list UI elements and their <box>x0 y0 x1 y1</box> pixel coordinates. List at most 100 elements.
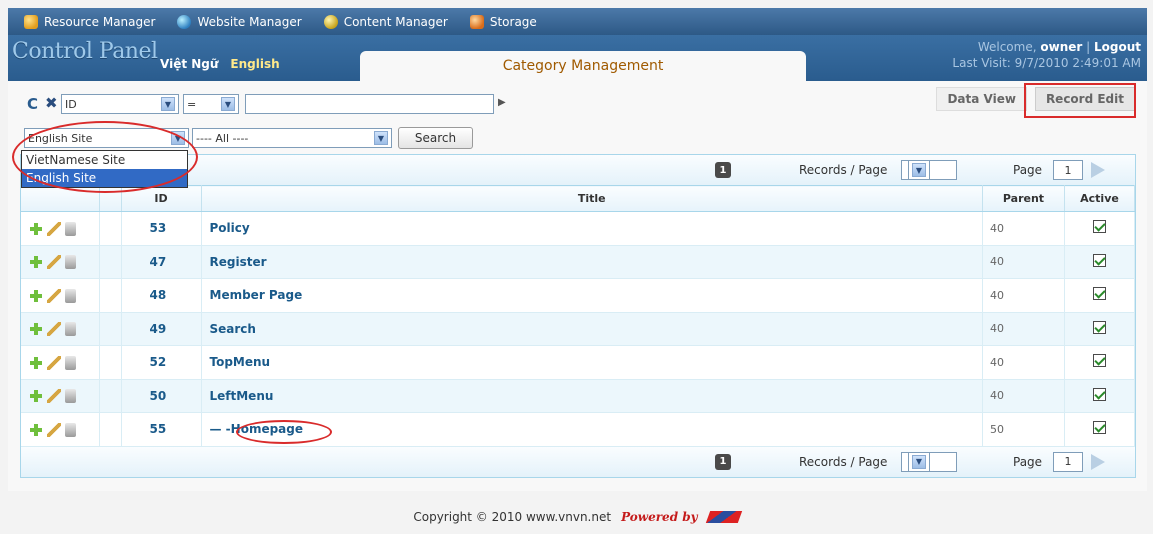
row-id: 52 <box>121 345 202 380</box>
storage-icon <box>469 14 484 29</box>
lang-vietnamese-link[interactable]: Việt Ngữ <box>160 57 218 71</box>
filter-value-input[interactable] <box>245 94 494 114</box>
active-checkbox[interactable] <box>1093 320 1106 334</box>
pager-top: 1 Records / Page 10 ▼ Page 1 <box>21 155 1135 185</box>
active-checkbox[interactable] <box>1093 220 1106 234</box>
edit-icon[interactable] <box>47 389 61 403</box>
row-title[interactable]: TopMenu <box>201 345 983 380</box>
site-select-value: English Site <box>28 131 93 145</box>
content-icon <box>323 14 338 29</box>
page-number-button[interactable]: 1 <box>715 162 731 178</box>
table-row[interactable]: 53 Policy 40 <box>21 211 1135 246</box>
header-parent[interactable]: Parent <box>982 185 1065 212</box>
operator-select[interactable]: = ▼ <box>183 94 239 114</box>
site-select[interactable]: English Site ▼ <box>24 128 189 148</box>
site-dropdown-list: VietNamese Site English Site <box>21 150 188 188</box>
edit-icon[interactable] <box>47 422 61 437</box>
category-select[interactable]: ---- All ---- ▼ <box>192 128 392 148</box>
logout-link[interactable]: Logout <box>1094 40 1141 54</box>
row-spacer <box>99 312 122 346</box>
row-id: 50 <box>121 379 202 413</box>
delete-icon[interactable] <box>65 221 76 236</box>
search-button[interactable]: Search <box>398 127 473 149</box>
table-row[interactable]: 52 TopMenu 40 <box>21 345 1135 380</box>
add-icon[interactable] <box>29 356 43 370</box>
active-checkbox[interactable] <box>1093 387 1106 401</box>
clear-icon[interactable]: ✖ <box>45 94 58 112</box>
delete-icon[interactable] <box>65 255 76 269</box>
chevron-down-icon: ▼ <box>374 131 388 145</box>
category-grid: 1 Records / Page 10 ▼ Page 1 ID Title Pa… <box>20 154 1136 478</box>
table-row[interactable]: 48 Member Page 40 <box>21 278 1135 313</box>
delete-icon[interactable] <box>65 355 76 370</box>
nav-website-manager[interactable]: Website Manager <box>177 14 302 29</box>
row-title[interactable]: Policy <box>201 211 983 246</box>
row-active <box>1064 211 1135 246</box>
page-number-button[interactable]: 1 <box>715 453 731 470</box>
refresh-icon[interactable]: C <box>27 95 38 113</box>
tab-data-view[interactable]: Data View <box>936 87 1027 111</box>
add-icon[interactable] <box>29 222 43 236</box>
active-checkbox[interactable] <box>1093 253 1106 267</box>
records-per-page-select[interactable]: 10 ▼ <box>901 451 957 472</box>
delete-icon[interactable] <box>65 322 76 336</box>
edit-icon[interactable] <box>47 255 61 269</box>
copyright-text: Copyright © 2010 www.vnvn.net <box>413 510 612 524</box>
option-english-site[interactable]: English Site <box>22 169 187 187</box>
resource-icon <box>24 14 38 29</box>
add-icon[interactable] <box>29 255 43 269</box>
globe-icon <box>177 14 192 29</box>
nav-label: Storage <box>489 14 537 29</box>
next-page-icon[interactable] <box>1091 453 1105 470</box>
field-select[interactable]: ID ▼ <box>61 94 179 114</box>
nav-storage[interactable]: Storage <box>469 14 537 29</box>
active-checkbox[interactable] <box>1093 287 1106 301</box>
row-spacer <box>99 379 122 413</box>
page-input[interactable]: 1 <box>1053 160 1083 180</box>
edit-icon[interactable] <box>47 221 61 236</box>
vnvn-logo <box>705 511 742 523</box>
row-spacer <box>99 345 122 380</box>
nav-resource-manager[interactable]: Resource Manager <box>24 14 155 29</box>
next-page-icon[interactable] <box>1091 162 1105 178</box>
header-active[interactable]: Active <box>1064 185 1135 212</box>
row-id: 47 <box>121 245 202 279</box>
active-checkbox[interactable] <box>1093 421 1106 435</box>
nav-content-manager[interactable]: Content Manager <box>323 14 448 29</box>
row-id: 49 <box>121 312 202 346</box>
option-vietnamese-site[interactable]: VietNamese Site <box>22 151 187 169</box>
header-id[interactable]: ID <box>121 185 202 212</box>
add-icon[interactable] <box>29 289 43 303</box>
delete-icon[interactable] <box>65 288 76 303</box>
play-icon[interactable]: ▶ <box>498 97 506 108</box>
row-spacer <box>99 412 122 447</box>
table-row[interactable]: 50 LeftMenu 40 <box>21 379 1135 413</box>
add-icon[interactable] <box>29 389 43 403</box>
row-title[interactable]: Member Page <box>201 278 983 313</box>
row-title[interactable]: LeftMenu <box>201 379 983 413</box>
table-row[interactable]: 55— -Homepage 50 <box>21 412 1135 447</box>
row-title[interactable]: — -Homepage <box>201 412 983 447</box>
page-input[interactable]: 1 <box>1053 451 1083 472</box>
add-icon[interactable] <box>29 322 43 336</box>
table-row[interactable]: 49 Search 40 <box>21 312 1135 346</box>
row-title[interactable]: Register <box>201 245 983 279</box>
edit-icon[interactable] <box>47 322 61 336</box>
active-checkbox[interactable] <box>1093 354 1106 368</box>
header-title[interactable]: Title <box>201 185 983 212</box>
tab-record-edit[interactable]: Record Edit <box>1034 87 1135 111</box>
records-per-page-select[interactable]: 10 ▼ <box>901 160 957 180</box>
add-icon[interactable] <box>29 423 43 437</box>
lang-english-link[interactable]: English <box>230 57 279 71</box>
edit-icon[interactable] <box>47 355 61 370</box>
delete-icon[interactable] <box>65 389 76 403</box>
welcome-text: Welcome, <box>977 40 1041 54</box>
row-actions <box>21 412 100 447</box>
row-parent: 50 <box>982 412 1065 447</box>
pager-bottom: 1 Records / Page 10 ▼ Page 1 <box>21 446 1135 477</box>
table-row[interactable]: 47 Register 40 <box>21 245 1135 279</box>
delete-icon[interactable] <box>65 422 76 437</box>
edit-icon[interactable] <box>47 288 61 303</box>
nav-label: Website Manager <box>197 14 302 29</box>
row-title[interactable]: Search <box>201 312 983 346</box>
